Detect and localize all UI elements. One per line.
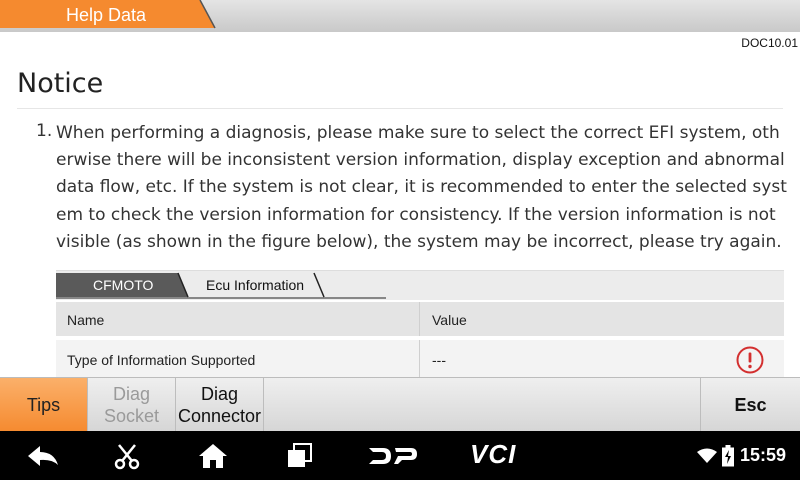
column-header-name: Name — [67, 312, 105, 328]
dp-icon[interactable] — [367, 446, 419, 466]
esc-button[interactable]: Esc — [700, 378, 800, 432]
column-divider — [419, 302, 420, 336]
document-id: DOC10.01 — [741, 36, 798, 50]
diag-connector-label-line2: Connector — [177, 406, 262, 426]
notice-paragraph: When performing a diagnosis, please make… — [56, 123, 787, 252]
wifi-icon — [697, 448, 717, 463]
table-row: Type of Information Supported --- — [56, 340, 784, 377]
diag-socket-label-line1: Diag — [112, 384, 151, 404]
system-nav-bar: VCI 15:59 — [0, 431, 800, 480]
clock: 15:59 — [740, 445, 787, 465]
battery-icon — [722, 445, 734, 467]
column-divider — [419, 340, 420, 377]
tips-button[interactable]: Tips — [0, 378, 88, 432]
diag-connector-button[interactable]: Diag Connector — [176, 378, 264, 432]
figure-breadcrumb: CFMOTO Ecu Information — [56, 270, 784, 300]
recents-icon[interactable] — [286, 443, 312, 469]
tab-label: Help Data — [66, 5, 147, 25]
breadcrumb-item-ecu-info: Ecu Information — [206, 277, 305, 293]
top-tab-bar: Help Data — [0, 0, 800, 32]
esc-label: Esc — [734, 395, 767, 415]
warning-circle-icon — [736, 346, 764, 374]
back-icon[interactable] — [26, 443, 60, 469]
example-figure: CFMOTO Ecu Information Name Value Type o… — [56, 270, 784, 377]
help-content-panel[interactable]: DOC10.01 Notice 1. When performing a dia… — [0, 32, 800, 377]
table-header: Name Value — [56, 302, 784, 336]
column-header-value: Value — [432, 312, 467, 328]
scissors-icon[interactable] — [113, 442, 141, 470]
list-item-number: 1. — [36, 121, 53, 141]
function-toolbar: Tips Diag Socket Diag Connector Esc — [0, 377, 800, 432]
diag-connector-label-line1: Diag — [200, 384, 239, 404]
tips-label: Tips — [26, 395, 61, 415]
row-name: Type of Information Supported — [67, 352, 256, 368]
title-divider — [17, 108, 783, 109]
page-title: Notice — [17, 68, 104, 99]
home-icon[interactable] — [198, 443, 228, 469]
row-value: --- — [432, 352, 446, 368]
breadcrumb-item-cfmoto: CFMOTO — [93, 277, 154, 293]
diag-socket-button[interactable]: Diag Socket — [88, 378, 176, 432]
tab-help-data[interactable]: Help Data — [0, 0, 222, 30]
diag-socket-label-line2: Socket — [103, 406, 160, 426]
vci-icon[interactable]: VCI — [470, 439, 516, 470]
